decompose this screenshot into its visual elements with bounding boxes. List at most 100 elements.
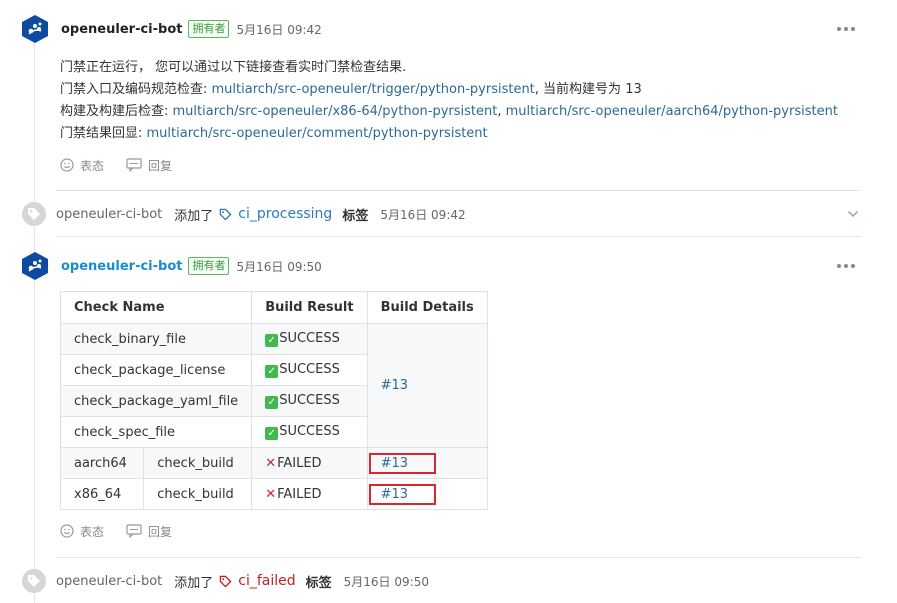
check-mark-icon: ✓ — [265, 334, 279, 347]
event-action: 添加了 — [174, 208, 214, 224]
event-tag-circle — [22, 569, 46, 593]
line-text: 门禁结果回显: — [60, 126, 147, 141]
timeline-line — [34, 40, 35, 603]
comment-header: openeuler-ci-bot 拥有者 5月16日 09:42 — [61, 19, 322, 39]
event-tag-circle — [22, 202, 46, 226]
arch-name: x86_64 — [59, 478, 145, 510]
x86-64-link[interactable]: multiarch/src-openeuler/x86-64/python-py… — [173, 104, 498, 119]
openeuler-logo-icon — [22, 252, 48, 280]
comment-author[interactable]: openeuler-ci-bot — [61, 259, 182, 274]
tag-outline-icon — [220, 208, 232, 221]
tag-icon — [28, 208, 40, 220]
build-link[interactable]: #13 — [381, 378, 408, 393]
reply-label: 回复 — [148, 524, 173, 539]
label-ci-failed[interactable]: ci_failed — [219, 573, 296, 589]
build-details: #13 — [366, 323, 488, 448]
event-action: 添加了 — [174, 575, 214, 591]
reply-button[interactable]: 回复 — [126, 523, 172, 540]
result-text: FAILED — [277, 455, 322, 471]
col-header: Check Name — [59, 291, 253, 324]
x-mark-icon: ✕ — [265, 486, 277, 502]
label-ci-processing[interactable]: ci_processing — [219, 206, 332, 222]
table-row: aarch64 check_build ✕FAILED #13 — [59, 447, 488, 479]
highlight-box: #13 — [368, 452, 437, 474]
build-result: ✓ SUCCESS — [251, 354, 368, 386]
divider — [56, 557, 861, 558]
comment-icon — [126, 158, 142, 172]
check-name: check_binary_file — [59, 323, 253, 355]
comment-line: 门禁正在运行， 您可以通过以下链接查看实时门禁检查结果. — [60, 57, 838, 79]
x-mark-icon: ✕ — [265, 455, 277, 471]
reply-button[interactable]: 回复 — [126, 157, 172, 174]
line-text: 门禁正在运行， 您可以通过以下链接查看实时门禁检查结果. — [60, 60, 407, 75]
check-mark-icon: ✓ — [265, 396, 279, 409]
col-header: Build Result — [251, 291, 368, 324]
highlight-box: #13 — [368, 483, 437, 505]
reply-label: 回复 — [148, 158, 173, 173]
comment-link[interactable]: multiarch/src-openeuler/comment/python-p… — [147, 126, 488, 141]
openeuler-logo-icon — [22, 15, 48, 43]
comment-author[interactable]: openeuler-ci-bot — [61, 22, 182, 37]
table-header-row: Check Name Build Result Build Details — [59, 291, 488, 324]
build-result: ✕FAILED — [251, 478, 368, 510]
event-time: 5月16日 09:50 — [343, 574, 429, 589]
avatar[interactable] — [20, 251, 50, 281]
line-text: , 当前构建号为 13 — [534, 82, 642, 97]
comment-time[interactable]: 5月16日 09:50 — [236, 258, 321, 275]
build-result: ✓ SUCCESS — [251, 385, 368, 417]
check-name: check_build — [143, 478, 253, 510]
result-text: SUCCESS — [279, 362, 340, 377]
owner-badge: 拥有者 — [188, 257, 230, 275]
line-text: 门禁入口及编码规范检查: — [60, 82, 212, 97]
result-text: SUCCESS — [279, 424, 340, 439]
build-result: ✓ SUCCESS — [251, 416, 368, 448]
comment-time[interactable]: 5月16日 09:42 — [236, 21, 321, 38]
avatar[interactable] — [20, 14, 50, 44]
label-name: ci_processing — [238, 206, 333, 222]
build-details: #13 — [366, 478, 488, 510]
comment-icon — [126, 524, 142, 538]
comment-body: 门禁正在运行， 您可以通过以下链接查看实时门禁检查结果. 门禁入口及编码规范检查… — [60, 57, 838, 145]
owner-badge: 拥有者 — [188, 20, 230, 38]
event-author[interactable]: openeuler-ci-bot — [56, 574, 162, 589]
trigger-link[interactable]: multiarch/src-openeuler/trigger/python-p… — [212, 82, 535, 97]
comment-line: 构建及构建后检查: multiarch/src-openeuler/x86-64… — [60, 101, 838, 123]
divider — [56, 236, 861, 237]
check-name: check_build — [143, 447, 253, 479]
event-author[interactable]: openeuler-ci-bot — [56, 207, 162, 222]
arch-name: aarch64 — [59, 447, 145, 479]
result-text: FAILED — [277, 486, 322, 502]
smile-icon — [60, 524, 74, 538]
check-mark-icon: ✓ — [265, 365, 279, 378]
col-header: Build Details — [366, 291, 488, 324]
more-horizontal-icon[interactable] — [837, 25, 855, 33]
event-word: 标签 — [305, 575, 332, 591]
aarch64-link[interactable]: multiarch/src-openeuler/aarch64/python-p… — [506, 104, 838, 119]
line-text: , — [497, 104, 506, 119]
build-result: ✕FAILED — [251, 447, 368, 479]
check-mark-icon: ✓ — [265, 427, 279, 440]
comment-line: 门禁入口及编码规范检查: multiarch/src-openeuler/tri… — [60, 79, 838, 101]
build-link[interactable]: #13 — [381, 487, 408, 502]
react-button[interactable]: 表态 — [60, 157, 104, 174]
label-name: ci_failed — [238, 573, 296, 589]
react-button[interactable]: 表态 — [60, 523, 104, 540]
react-label: 表态 — [80, 158, 105, 173]
more-horizontal-icon[interactable] — [837, 262, 855, 270]
smile-icon — [60, 158, 74, 172]
label-event: openeuler-ci-bot 添加了 ci_processing 标签 5月… — [22, 202, 466, 226]
comment-actions: 表态 回复 — [60, 156, 194, 174]
chevron-down-icon[interactable] — [847, 208, 859, 220]
check-name: check_package_yaml_file — [59, 385, 253, 417]
table-row: x86_64 check_build ✕FAILED #13 — [59, 478, 488, 510]
result-text: SUCCESS — [279, 393, 340, 408]
build-result: ✓ SUCCESS — [251, 323, 368, 355]
table-row: check_binary_file ✓ SUCCESS #13 — [59, 323, 488, 448]
tag-outline-icon — [220, 575, 232, 588]
build-link[interactable]: #13 — [381, 456, 408, 471]
check-results-table: Check Name Build Result Build Details ch… — [59, 291, 488, 510]
divider — [56, 190, 861, 191]
result-text: SUCCESS — [279, 331, 340, 346]
event-time: 5月16日 09:42 — [380, 207, 466, 222]
build-details: #13 — [366, 447, 488, 479]
